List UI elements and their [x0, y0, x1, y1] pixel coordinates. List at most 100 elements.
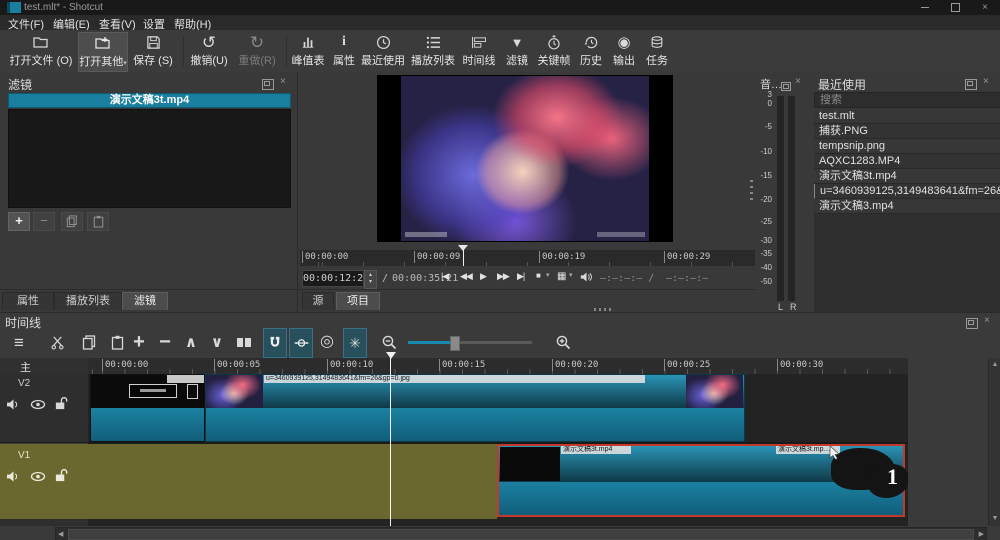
cut-button[interactable] — [46, 328, 68, 356]
spin-up-icon[interactable]: ▴ — [365, 271, 376, 279]
scroll-right-icon[interactable]: ▶ — [979, 530, 984, 540]
copy-filters-button[interactable] — [61, 212, 83, 231]
timeline-hscrollbar[interactable]: ◀ ▶ — [55, 527, 987, 540]
tab-filters[interactable]: 滤镜 — [122, 292, 168, 310]
mute-track-icon[interactable] — [6, 398, 21, 411]
recent-item[interactable]: 演示文稿3t.mp4 — [814, 169, 1000, 184]
peak-meter-button[interactable]: 峰值表 — [288, 32, 328, 70]
close-panel-icon[interactable]: × — [280, 77, 286, 86]
timeline-ruler[interactable]: 00:00:00 00:00:05 00:00:10 00:00:15 00:0… — [88, 358, 908, 374]
filters-button[interactable]: ▼ 滤镜 — [502, 32, 532, 70]
export-button[interactable]: ◉ 输出 — [608, 32, 640, 70]
tab-source[interactable]: 源 — [302, 292, 334, 310]
timeline-button[interactable]: 时间线 — [458, 32, 500, 70]
mute-track-icon[interactable] — [6, 470, 21, 483]
zoom-in-button[interactable] — [552, 328, 574, 356]
recent-item[interactable]: 捕获.PNG — [814, 124, 1000, 139]
lock-track-icon[interactable] — [54, 396, 68, 411]
close-panel-icon[interactable]: × — [795, 77, 801, 86]
close-panel-icon[interactable]: × — [984, 316, 990, 325]
skip-end-button[interactable]: ▶| — [517, 271, 524, 282]
play-button[interactable]: ▶ — [480, 271, 486, 282]
track-header-v2[interactable]: V2 — [0, 374, 88, 443]
keyframes-button[interactable]: 关键帧 — [534, 32, 574, 70]
recent-item[interactable]: tempsnip.png — [814, 139, 1000, 154]
filters-list[interactable] — [8, 109, 291, 208]
recent-item[interactable]: AQXC1283.MP4 — [814, 154, 1000, 169]
track-v2[interactable]: u=3460939125,3149483641&fm=26&gp=0.jpg — [88, 374, 908, 444]
hide-track-icon[interactable] — [30, 398, 46, 411]
ripple-delete-button[interactable]: − — [152, 328, 178, 356]
tab-properties[interactable]: 属性 — [2, 292, 54, 310]
split-button[interactable] — [232, 328, 256, 356]
recent-button[interactable]: 最近使用 — [360, 32, 406, 70]
open-other-button[interactable]: 打开其他▾ — [78, 32, 128, 72]
scroll-up-icon[interactable]: ▲ — [989, 360, 1000, 370]
properties-button[interactable]: i 属性 — [330, 32, 358, 70]
stop-dropdown-icon[interactable]: ▾ — [546, 271, 549, 279]
v1-clip-selected[interactable]: 演示文稿3t.mp4 演示文稿3t.mp… 1 — [497, 444, 905, 517]
jobs-button[interactable]: 任务 — [642, 32, 672, 70]
snap-toggle-button[interactable] — [263, 328, 287, 358]
remove-filter-button[interactable]: − — [33, 212, 55, 231]
v2-clip-2[interactable]: u=3460939125,3149483641&fm=26&gp=0.jpg — [205, 374, 745, 442]
close-button[interactable]: × — [972, 0, 998, 15]
timeline-playhead-line[interactable] — [390, 358, 391, 526]
open-file-button[interactable]: 打开文件 (O) — [6, 32, 76, 70]
ripple-toggle-button[interactable]: ◎ — [316, 328, 338, 356]
fast-forward-button[interactable]: ▶▶ — [497, 271, 509, 282]
copy-button[interactable] — [78, 328, 100, 356]
spin-down-icon[interactable]: ▾ — [365, 279, 376, 286]
lock-track-icon[interactable] — [54, 468, 68, 483]
v1-track-blank[interactable] — [88, 444, 497, 519]
float-panel-icon[interactable] — [781, 78, 791, 96]
append-button[interactable]: + — [126, 328, 152, 356]
splitter-handle[interactable] — [750, 180, 753, 200]
undo-button[interactable]: ↺ 撤销(U) — [186, 32, 232, 70]
current-timecode-field[interactable]: 00:00:12:26 — [302, 270, 364, 287]
playlist-button[interactable]: 播放列表 — [410, 32, 456, 70]
tab-playlist[interactable]: 播放列表 — [54, 292, 122, 310]
splitter-handle[interactable] — [594, 308, 612, 311]
master-track-header[interactable]: 主 — [0, 358, 88, 375]
title-bar[interactable]: test.mlt* - Shotcut × — [0, 0, 1000, 15]
scrub-while-dragging-button[interactable] — [289, 328, 313, 358]
search-input[interactable]: 搜索 — [814, 92, 1000, 108]
recent-item[interactable]: test.mlt — [814, 109, 1000, 124]
track-header-v1[interactable]: V1 — [0, 444, 88, 519]
tab-project[interactable]: 项目 — [336, 292, 380, 310]
lift-button[interactable]: ∧ — [179, 328, 203, 356]
filters-selected-clip[interactable]: 演示文稿3t.mp4 — [8, 93, 291, 108]
paste-button[interactable] — [106, 328, 128, 356]
add-filter-button[interactable]: + — [8, 212, 30, 231]
maximize-button[interactable] — [942, 0, 968, 15]
v2-clip-1[interactable] — [90, 374, 205, 442]
timecode-spinner[interactable]: ▴ ▾ — [364, 270, 377, 289]
stop-button[interactable]: ■ — [536, 271, 540, 280]
recent-item[interactable]: u=3460939125,3149483641&fm=26&gp… — [814, 184, 1000, 199]
skip-start-button[interactable]: |◀ — [441, 271, 448, 282]
minimize-button[interactable] — [912, 0, 938, 15]
scroll-left-icon[interactable]: ◀ — [58, 530, 63, 540]
ripple-all-tracks-button[interactable]: ✳ — [343, 328, 367, 358]
monitor-playhead-line[interactable] — [463, 250, 464, 266]
paste-filters-button[interactable] — [87, 212, 109, 231]
save-button[interactable]: 保存 (S) — [129, 32, 177, 70]
in-point-field[interactable]: –:–:–:– / — [600, 273, 654, 284]
zoom-slider-handle[interactable] — [450, 336, 460, 351]
redo-button[interactable]: ↻ 重做(R) — [234, 32, 280, 70]
timeline-menu-button[interactable]: ≡ — [8, 328, 30, 356]
hscrollbar-thumb[interactable] — [68, 529, 974, 540]
rewind-button[interactable]: ◀◀ — [460, 271, 472, 282]
history-button[interactable]: 历史 — [576, 32, 606, 70]
scroll-down-icon[interactable]: ▼ — [989, 514, 1000, 524]
track-v1[interactable]: 演示文稿3t.mp4 演示文稿3t.mp… 1 — [88, 444, 908, 519]
timeline-vscrollbar[interactable]: ▲ ▼ — [988, 358, 1000, 526]
close-panel-icon[interactable]: × — [983, 77, 989, 86]
timeline-playhead-marker[interactable] — [386, 352, 396, 359]
grid-button[interactable]: ▦ — [557, 271, 565, 282]
out-point-field[interactable]: –:–:–:– — [666, 273, 708, 284]
recent-item[interactable]: 演示文稿3.mp4 — [814, 199, 1000, 214]
grid-dropdown-icon[interactable]: ▾ — [569, 271, 572, 279]
hide-track-icon[interactable] — [30, 470, 46, 483]
